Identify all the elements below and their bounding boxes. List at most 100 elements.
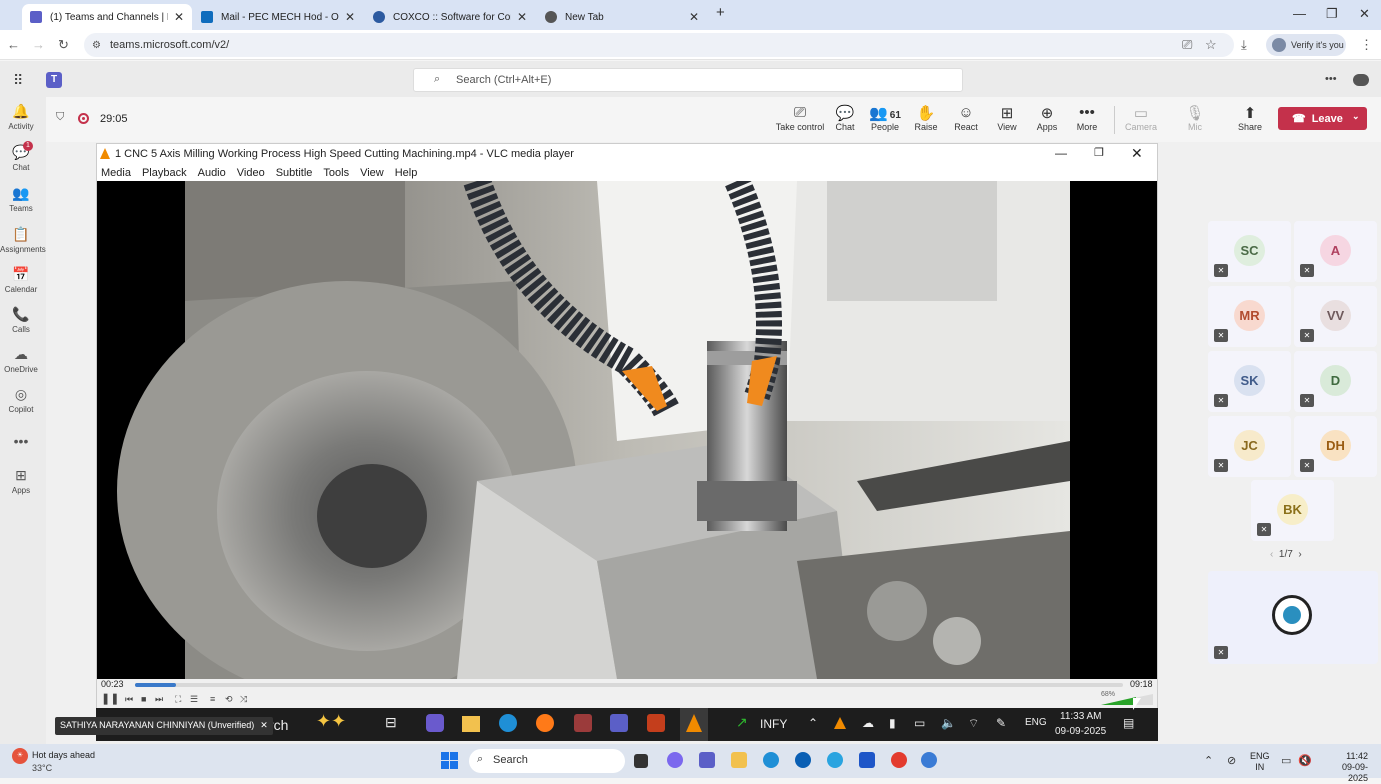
- participant-tile[interactable]: BK ✕: [1251, 480, 1334, 541]
- shuffle-icon[interactable]: ⤨: [240, 694, 247, 705]
- close-window-icon[interactable]: ✕: [1359, 6, 1370, 22]
- rail-item-more[interactable]: •••: [0, 433, 42, 451]
- tab-new[interactable]: New Tab ✕: [537, 4, 707, 30]
- vlc-minimize-icon[interactable]: —: [1055, 146, 1067, 160]
- app-launcher-icon[interactable]: ⠿: [13, 72, 23, 89]
- site-info-icon[interactable]: ⚙: [92, 40, 101, 51]
- windows-start-icon[interactable]: [441, 752, 458, 769]
- participant-tile[interactable]: MR ✕: [1208, 286, 1291, 347]
- close-tab-icon[interactable]: ✕: [517, 10, 527, 24]
- language-indicator[interactable]: ENG IN: [1250, 751, 1270, 773]
- clock[interactable]: 11:42 09-09-2025: [1322, 751, 1368, 784]
- minimize-icon[interactable]: —: [1293, 6, 1306, 21]
- display-icon[interactable]: ▭: [1281, 754, 1291, 767]
- toolbar-more-button[interactable]: ••• More: [1062, 104, 1112, 132]
- vlc-menu-help[interactable]: Help: [395, 167, 418, 179]
- participant-tile[interactable]: DH ✕: [1294, 416, 1377, 477]
- teams-icon[interactable]: [699, 752, 715, 768]
- fullscreen-icon[interactable]: ⛶: [175, 694, 181, 705]
- previous-icon[interactable]: ⏮: [125, 694, 133, 705]
- tab-outlook[interactable]: Mail - PEC MECH Hod - Outloo ✕: [193, 4, 363, 30]
- profile-verify-button[interactable]: Verify it's you: [1266, 34, 1346, 56]
- stop-icon[interactable]: ■: [141, 694, 146, 704]
- tab-teams[interactable]: (1) Teams and Channels | Recen ✕: [22, 4, 192, 30]
- new-tab-button[interactable]: +: [716, 4, 725, 21]
- toolbar-share-button[interactable]: ⬆ Share: [1225, 104, 1275, 132]
- taskbar-search[interactable]: ⌕ Search: [469, 749, 625, 773]
- participant-tile[interactable]: VV ✕: [1294, 286, 1377, 347]
- more-options-icon[interactable]: •••: [1325, 73, 1337, 85]
- rail-item-copilot[interactable]: ◎ Copilot: [0, 386, 42, 414]
- vlc-close-icon[interactable]: ✕: [1131, 145, 1143, 162]
- close-tab-icon[interactable]: ✕: [174, 10, 184, 24]
- rail-item-assignments[interactable]: 📋 Assignments: [0, 226, 46, 254]
- vlc-menu-view[interactable]: View: [360, 167, 384, 179]
- seek-bar[interactable]: [135, 683, 1123, 687]
- rail-item-onedrive[interactable]: ☁ OneDrive: [0, 346, 42, 374]
- rail-item-calls[interactable]: 📞 Calls: [0, 306, 42, 334]
- browser-menu-icon[interactable]: ⋮: [1360, 37, 1373, 53]
- back-icon[interactable]: ←: [7, 37, 20, 52]
- participant-tile[interactable]: SC ✕: [1208, 221, 1291, 282]
- playlist-icon[interactable]: ≡: [210, 694, 215, 704]
- install-app-icon[interactable]: ⎚: [1182, 37, 1192, 53]
- participant-tile[interactable]: SK ✕: [1208, 351, 1291, 412]
- participant-tile[interactable]: A ✕: [1294, 221, 1377, 282]
- weather-icon[interactable]: ☀: [12, 748, 28, 764]
- loop-icon[interactable]: ⟲: [225, 694, 233, 705]
- vlc-restore-icon[interactable]: ❐: [1094, 146, 1104, 159]
- video-frame[interactable]: [97, 181, 1157, 679]
- vlc-menu-tools[interactable]: Tools: [323, 167, 349, 179]
- forward-icon[interactable]: →: [32, 37, 45, 52]
- chevron-down-icon[interactable]: ⌄: [1352, 111, 1360, 122]
- rail-item-teams[interactable]: 👥 Teams: [0, 185, 42, 213]
- vlc-menu-media[interactable]: Media: [101, 167, 131, 179]
- reload-icon[interactable]: ↻: [58, 37, 69, 53]
- toolbar-take-control-button[interactable]: ⎚ Take control: [775, 104, 825, 132]
- vlc-menu-audio[interactable]: Audio: [198, 167, 226, 179]
- tab-coxco[interactable]: COXCO :: Software for Controlle ✕: [365, 4, 535, 30]
- rail-item-calendar[interactable]: 📅 Calendar: [0, 266, 42, 294]
- toolbar-camera-button[interactable]: ▭ Camera: [1116, 104, 1166, 132]
- speaker-muted-icon[interactable]: 🔇: [1298, 754, 1312, 767]
- file-explorer-icon[interactable]: [731, 752, 747, 768]
- hp-icon[interactable]: [795, 752, 811, 768]
- search-input[interactable]: ⌕ Search (Ctrl+Alt+E): [413, 68, 963, 92]
- maximize-icon[interactable]: ❐: [1326, 6, 1338, 22]
- vlc-menu-playback[interactable]: Playback: [142, 167, 187, 179]
- pause-icon[interactable]: ❚❚: [101, 692, 119, 705]
- toolbar-mic-button[interactable]: 🎙 Mic: [1170, 104, 1220, 132]
- chevron-up-icon[interactable]: ⌃: [1204, 754, 1213, 767]
- chrome-profile-icon[interactable]: [921, 752, 937, 768]
- vlc-menu-video[interactable]: Video: [237, 167, 265, 179]
- rail-item-activity[interactable]: 🔔 Activity: [0, 103, 42, 131]
- store-icon[interactable]: [859, 752, 875, 768]
- close-tab-icon[interactable]: ✕: [345, 10, 355, 24]
- participant-tile[interactable]: JC ✕: [1208, 416, 1291, 477]
- close-tab-icon[interactable]: ✕: [689, 10, 699, 24]
- chrome-icon[interactable]: [891, 752, 907, 768]
- app-icon[interactable]: [827, 752, 843, 768]
- leave-button[interactable]: ☎ Leave ⌄: [1278, 107, 1367, 130]
- chevron-left-icon[interactable]: ‹: [1270, 549, 1273, 560]
- url-text[interactable]: teams.microsoft.com/v2/: [110, 39, 229, 51]
- participant-tile[interactable]: D ✕: [1294, 351, 1377, 412]
- chevron-right-icon[interactable]: ›: [1298, 549, 1301, 560]
- rail-item-chat[interactable]: 💬 Chat 1: [0, 141, 42, 172]
- bookmark-star-icon[interactable]: ☆: [1205, 37, 1217, 53]
- user-avatar[interactable]: [1353, 74, 1369, 86]
- next-icon[interactable]: ⏭: [155, 694, 163, 705]
- url-field[interactable]: [84, 33, 1234, 57]
- extended-settings-icon[interactable]: ☰: [190, 694, 198, 705]
- copilot-icon[interactable]: [667, 752, 683, 768]
- edge-icon[interactable]: [763, 752, 779, 768]
- vlc-menu-subtitle[interactable]: Subtitle: [276, 167, 313, 179]
- network-icon[interactable]: ⊘: [1227, 754, 1236, 767]
- download-icon[interactable]: ⤓: [1241, 37, 1247, 53]
- task-view-icon[interactable]: [634, 754, 648, 768]
- volume-slider[interactable]: [1101, 693, 1157, 705]
- recording-icon: [78, 113, 89, 124]
- weather-title[interactable]: Hot days ahead: [32, 750, 95, 760]
- self-video-tile[interactable]: ✕: [1208, 571, 1378, 664]
- rail-item-apps[interactable]: ⊞ Apps: [0, 467, 42, 495]
